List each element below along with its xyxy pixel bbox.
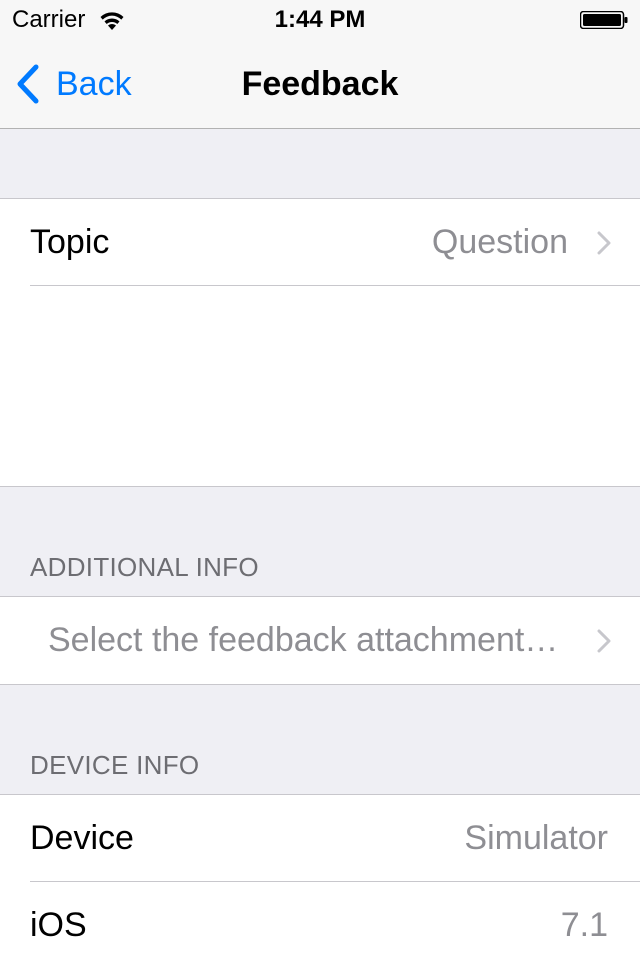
- device-label: Device: [30, 819, 134, 857]
- topic-value: Question: [431, 223, 568, 261]
- attachment-placeholder: Select the feedback attachment…: [48, 621, 559, 659]
- status-bar: Carrier 1:44 PM: [0, 0, 640, 40]
- feedback-text-area[interactable]: [0, 287, 640, 486]
- topic-label: Topic: [30, 223, 110, 261]
- ios-row: iOS 7.1: [0, 882, 640, 960]
- topic-row[interactable]: Topic Question: [0, 199, 640, 286]
- device-info-header: DEVICE INFO: [30, 750, 200, 780]
- chevron-right-icon: [597, 231, 611, 254]
- ios-label: iOS: [30, 906, 87, 944]
- navigation-bar: Back Feedback: [0, 40, 640, 129]
- page-title: Feedback: [241, 65, 399, 103]
- status-time: 1:44 PM: [274, 6, 366, 33]
- additional-info-header: ADDITIONAL INFO: [30, 552, 259, 582]
- feedback-screen: Carrier 1:44 PM Back Feedback Topic Ques…: [0, 0, 640, 960]
- chevron-right-icon: [597, 629, 611, 652]
- topic-section: Topic Question: [0, 198, 640, 487]
- row-separator: [30, 285, 640, 286]
- ios-value: 7.1: [560, 906, 608, 944]
- attachment-row[interactable]: Select the feedback attachment…: [0, 597, 640, 684]
- device-info-section: Device Simulator iOS 7.1: [0, 794, 640, 960]
- device-row: Device Simulator: [0, 795, 640, 882]
- battery-icon: [580, 11, 628, 29]
- device-value: Simulator: [464, 819, 608, 857]
- additional-info-section: Select the feedback attachment…: [0, 596, 640, 685]
